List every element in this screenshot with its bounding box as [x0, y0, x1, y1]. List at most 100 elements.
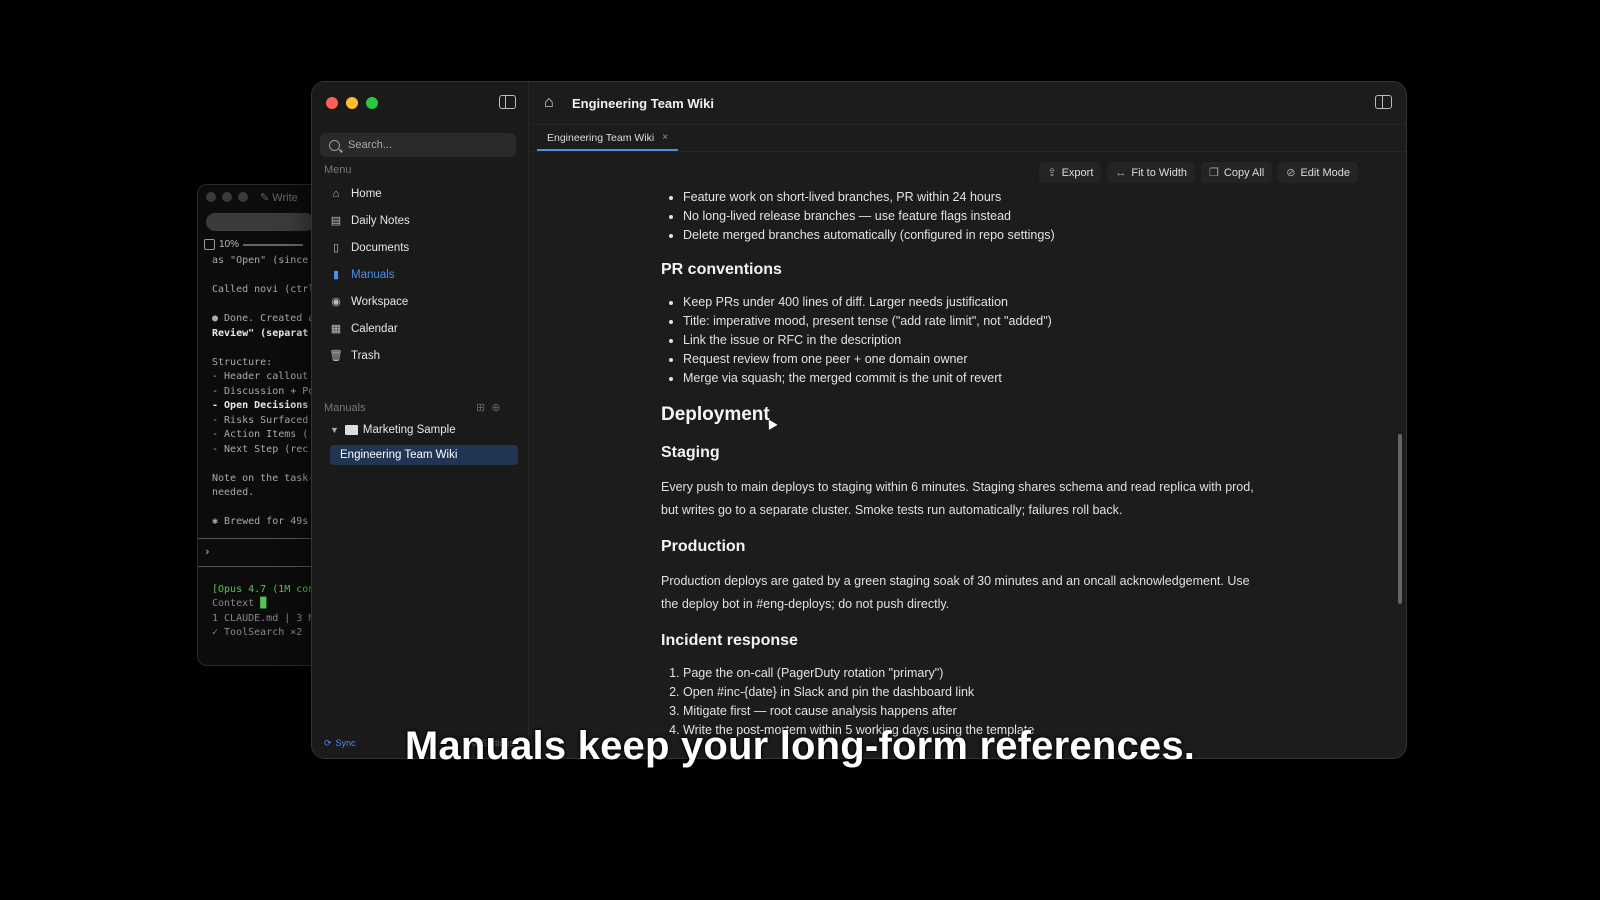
terminal-line: ● Done. Created a n — [212, 313, 317, 324]
list-item: Open #inc-{date} in Slack and pin the da… — [683, 683, 1261, 702]
terminal-line: Called novi (ctrl — [212, 284, 315, 295]
terminal-line: Note on the task- — [212, 472, 315, 484]
topbar: ⌂ Engineering Team Wiki — [529, 82, 1406, 125]
checkbox-icon — [204, 239, 215, 250]
scrollbar[interactable] — [1398, 434, 1402, 604]
staging-paragraph: Every push to main deploys to staging wi… — [661, 480, 1254, 517]
terminal-line: Structure: — [212, 356, 273, 368]
menu-section-label: Menu — [324, 164, 352, 176]
list-item: Keep PRs under 400 lines of diff. Larger… — [683, 293, 1261, 312]
folder-icon — [344, 425, 358, 435]
terminal-line: - Discussion + Po — [212, 385, 315, 397]
calendar-icon: ▦ — [330, 323, 342, 335]
status-tool: ✓ ToolSearch ×2 — [212, 627, 303, 638]
copy-icon: ❐ — [1209, 167, 1219, 179]
close-window-button[interactable] — [326, 97, 338, 109]
search-box[interactable] — [320, 133, 516, 157]
sidebar-toggle-icon[interactable] — [499, 95, 516, 109]
terminal-line: Review" (separat — [212, 327, 309, 339]
search-icon — [329, 139, 340, 151]
heading-deployment: Deployment — [661, 404, 1261, 430]
sidebar-item-documents[interactable]: ▯ Documents — [322, 234, 518, 261]
list-item: Page the on-call (PagerDuty rotation "pr… — [683, 664, 1261, 683]
tree-file-engineering-team-wiki[interactable]: Engineering Team Wiki — [330, 445, 518, 465]
workspace-icon: ◉ — [331, 296, 341, 308]
document-body: Feature work on short-lived branches, PR… — [661, 188, 1261, 740]
tab-engineering-team-wiki[interactable]: Engineering Team Wiki × — [537, 132, 679, 151]
list-item: Feature work on short-lived branches, PR… — [683, 188, 1261, 207]
terminal-status: [Opus 4.7 (1M con Context █ 1 CLAUDE.md … — [198, 573, 323, 641]
window-zoom-button[interactable] — [238, 192, 248, 202]
export-button[interactable]: ⇪ Export — [1039, 162, 1102, 183]
terminal-line: - Header callout — [212, 371, 309, 382]
copy-label: Copy All — [1223, 166, 1265, 179]
heading-production: Production — [661, 538, 746, 555]
close-tab-icon[interactable]: × — [662, 132, 668, 144]
app-window: Menu ⌂ Home ▤ Daily Notes ▯ Documents ▮ Manuals… — [311, 81, 1407, 759]
new-folder-icon[interactable]: ⊞ — [476, 401, 485, 414]
status-claude: 1 CLAUDE.md | 3 M — [212, 612, 315, 624]
split-view-icon[interactable] — [1375, 95, 1392, 109]
sidebar-item-label: Documents — [351, 241, 410, 254]
window-minimize-button[interactable] — [222, 192, 232, 202]
minimize-window-button[interactable] — [346, 97, 358, 109]
status-context: Context — [212, 598, 255, 609]
sidebar-nav: ⌂ Home ▤ Daily Notes ▯ Documents ▮ Manuals ◉ Work… — [322, 180, 518, 369]
sidebar-item-home[interactable]: ⌂ Home — [322, 180, 518, 207]
sidebar-item-workspace[interactable]: ◉ Workspace — [322, 288, 518, 315]
list-item: Title: imperative mood, present tense ("… — [683, 312, 1261, 331]
terminal-prompt[interactable]: › — [198, 545, 323, 558]
sidebar-item-manuals[interactable]: ▮ Manuals — [322, 261, 518, 288]
pr-bullets: Keep PRs under 400 lines of diff. Larger… — [661, 293, 1261, 388]
context-meter: █ — [260, 598, 267, 609]
tab-bar: Engineering Team Wiki × — [529, 125, 1406, 152]
edit-mode-button[interactable]: ⊘ Edit Mode — [1278, 162, 1358, 183]
terminal-divider — [198, 565, 323, 567]
zoom-bar — [243, 243, 304, 246]
tab-label: Engineering Team Wiki — [547, 132, 655, 144]
export-label: Export — [1061, 166, 1094, 179]
sidebar-item-trash[interactable]: 🗑 Trash — [322, 342, 518, 369]
terminal-divider — [198, 537, 323, 539]
terminal-zoom: 10% — [198, 235, 323, 254]
terminal-tab-bar[interactable] — [206, 213, 315, 231]
status-model: [Opus 4.7 (1M con — [212, 583, 315, 595]
chevron-down-icon: ▼ — [330, 425, 339, 435]
terminal-line: needed. — [212, 487, 255, 498]
video-caption: Manuals keep your long-form references. — [404, 724, 1196, 768]
zoom-window-button[interactable] — [366, 97, 378, 109]
list-item: Link the issue or RFC in the description — [683, 331, 1261, 350]
tree-actions: ⊞ ⊕ — [476, 401, 500, 414]
home-icon[interactable]: ⌂ — [544, 95, 560, 111]
sidebar-item-label: Home — [351, 187, 382, 200]
sidebar-item-calendar[interactable]: ▦ Calendar — [322, 315, 518, 342]
list-item: Request review from one peer + one domai… — [683, 350, 1261, 369]
manuals-tree: ▼ Marketing Sample Engineering Team Wiki — [322, 417, 518, 465]
document-icon: ▯ — [332, 242, 340, 254]
tree-folder-marketing-sample[interactable]: ▼ Marketing Sample — [322, 417, 518, 443]
sidebar-item-daily-notes[interactable]: ▤ Daily Notes — [322, 207, 518, 234]
fit-to-width-button[interactable]: ↔ Fit to Width — [1107, 162, 1196, 183]
sidebar-item-label: Trash — [351, 349, 380, 362]
terminal-line: - Risks Surfaced — [212, 414, 309, 426]
sidebar-item-label: Calendar — [351, 322, 398, 335]
sidebar: Menu ⌂ Home ▤ Daily Notes ▯ Documents ▮ Manuals… — [312, 82, 529, 758]
copy-all-button[interactable]: ❐ Copy All — [1201, 162, 1273, 183]
heading-staging: Staging — [661, 444, 720, 461]
doc-toolbar: ⇪ Export ↔ Fit to Width ❐ Copy All ⊘ Edit Mo… — [1039, 162, 1358, 183]
page-title: Engineering Team Wiki — [572, 95, 714, 111]
window-close-button[interactable] — [206, 192, 216, 202]
folder-label: Marketing Sample — [362, 424, 456, 436]
edit-icon: ⊘ — [1286, 167, 1296, 179]
new-file-icon[interactable]: ⊕ — [491, 401, 500, 414]
branch-bullets: Feature work on short-lived branches, PR… — [661, 188, 1261, 245]
edit-label: Edit Mode — [1300, 166, 1350, 179]
sidebar-item-label: Workspace — [351, 295, 409, 308]
arrows-horizontal-icon: ↔ — [1115, 166, 1127, 179]
search-input[interactable] — [346, 138, 500, 152]
terminal-line: as "Open" (since — [212, 255, 309, 266]
